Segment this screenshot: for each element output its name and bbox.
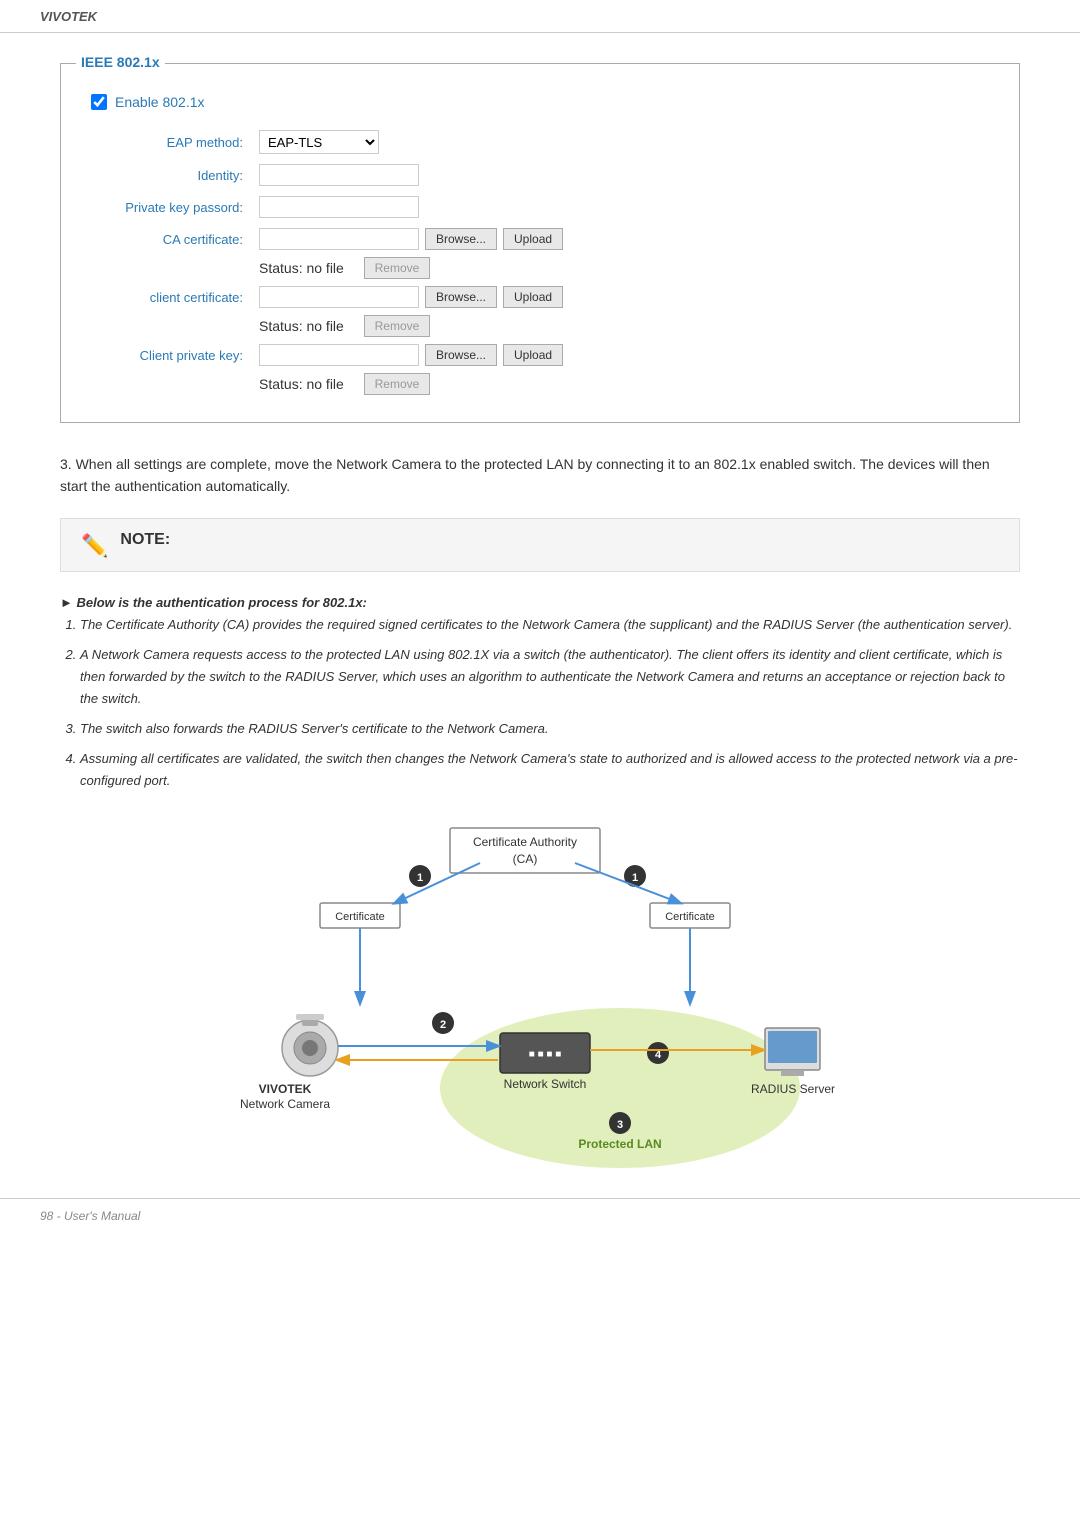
ca-status-control: Status: no file Remove bbox=[251, 255, 989, 281]
svg-text:Network Camera: Network Camera bbox=[240, 1097, 330, 1111]
client-status-label bbox=[91, 313, 251, 339]
client-cert-input[interactable] bbox=[259, 286, 419, 308]
ca-status-text: Status: no file bbox=[259, 260, 344, 276]
svg-text:■ ■ ■ ■: ■ ■ ■ ■ bbox=[529, 1049, 562, 1060]
eap-method-control: EAP-TLS EAP-PEAP bbox=[251, 125, 989, 159]
svg-text:1: 1 bbox=[632, 872, 638, 884]
client-private-key-browse-button[interactable]: Browse... bbox=[425, 344, 497, 366]
auth-item-4: Assuming all certificates are validated,… bbox=[80, 748, 1020, 792]
eap-method-select[interactable]: EAP-TLS EAP-PEAP bbox=[259, 130, 379, 154]
svg-text:Certificate Authority: Certificate Authority bbox=[473, 835, 577, 849]
enable-row: Enable 802.1x bbox=[91, 94, 989, 110]
ca-cert-control: Browse... Upload bbox=[251, 223, 989, 255]
identity-control bbox=[251, 159, 989, 191]
svg-text:1: 1 bbox=[417, 872, 423, 884]
client-status-text: Status: no file bbox=[259, 318, 344, 334]
svg-text:3: 3 bbox=[617, 1119, 623, 1131]
client-status-control: Status: no file Remove bbox=[251, 313, 989, 339]
note-title: NOTE: bbox=[120, 531, 170, 549]
client-private-key-upload-button[interactable]: Upload bbox=[503, 344, 563, 366]
ca-cert-label: CA certificate: bbox=[91, 223, 251, 255]
private-key-row: Private key passord: bbox=[91, 191, 989, 223]
client-status-row: Status: no file Remove bbox=[91, 313, 989, 339]
private-key-remove-button[interactable]: Remove bbox=[364, 373, 431, 395]
ca-cert-input[interactable] bbox=[259, 228, 419, 250]
footer-text: 98 - User's Manual bbox=[40, 1209, 140, 1223]
private-key-status-row: Status: no file Remove bbox=[91, 371, 989, 397]
client-private-key-row: Client private key: Browse... Upload bbox=[91, 339, 989, 371]
auth-list: ► Below is the authentication process fo… bbox=[60, 592, 1020, 793]
diagram-area: Certificate Authority (CA) Certificate C… bbox=[60, 818, 1020, 1178]
svg-text:2: 2 bbox=[440, 1019, 446, 1031]
private-key-status-label bbox=[91, 371, 251, 397]
auth-diagram: Certificate Authority (CA) Certificate C… bbox=[190, 818, 890, 1178]
svg-text:Certificate: Certificate bbox=[335, 911, 385, 923]
svg-text:Certificate: Certificate bbox=[665, 911, 715, 923]
ieee-section: IEEE 802.1x Enable 802.1x EAP method: EA… bbox=[60, 63, 1020, 423]
svg-text:RADIUS Server: RADIUS Server bbox=[751, 1082, 835, 1096]
client-cert-upload-button[interactable]: Upload bbox=[503, 286, 563, 308]
client-cert-remove-button[interactable]: Remove bbox=[364, 315, 431, 337]
identity-row: Identity: bbox=[91, 159, 989, 191]
identity-label: Identity: bbox=[91, 159, 251, 191]
private-key-status-control: Status: no file Remove bbox=[251, 371, 989, 397]
private-key-control bbox=[251, 191, 989, 223]
private-key-label: Private key passord: bbox=[91, 191, 251, 223]
note-icon: ✏️ bbox=[81, 533, 108, 559]
step3-text: 3. When all settings are complete, move … bbox=[60, 453, 1020, 498]
note-box: ✏️ NOTE: bbox=[60, 518, 1020, 572]
svg-text:Network Switch: Network Switch bbox=[504, 1077, 587, 1091]
auth-item-3: The switch also forwards the RADIUS Serv… bbox=[80, 718, 1020, 740]
enable-802-1x-checkbox[interactable] bbox=[91, 94, 107, 110]
svg-text:Protected LAN: Protected LAN bbox=[578, 1137, 661, 1151]
svg-text:VIVOTEK: VIVOTEK bbox=[259, 1082, 312, 1096]
ieee-title: IEEE 802.1x bbox=[76, 54, 165, 70]
auth-item-1: The Certificate Authority (CA) provides … bbox=[80, 614, 1020, 636]
ca-cert-upload-button[interactable]: Upload bbox=[503, 228, 563, 250]
eap-method-row: EAP method: EAP-TLS EAP-PEAP bbox=[91, 125, 989, 159]
ca-cert-remove-button[interactable]: Remove bbox=[364, 257, 431, 279]
eap-method-label: EAP method: bbox=[91, 125, 251, 159]
client-cert-control: Browse... Upload bbox=[251, 281, 989, 313]
client-cert-label: client certificate: bbox=[91, 281, 251, 313]
svg-text:(CA): (CA) bbox=[513, 852, 538, 866]
ca-status-label bbox=[91, 255, 251, 281]
client-private-key-label: Client private key: bbox=[91, 339, 251, 371]
client-private-key-control: Browse... Upload bbox=[251, 339, 989, 371]
ca-status-row: Status: no file Remove bbox=[91, 255, 989, 281]
client-private-key-input[interactable] bbox=[259, 344, 419, 366]
identity-input[interactable] bbox=[259, 164, 419, 186]
enable-label: Enable 802.1x bbox=[115, 94, 205, 110]
private-key-status-text: Status: no file bbox=[259, 376, 344, 392]
client-cert-row: client certificate: Browse... Upload bbox=[91, 281, 989, 313]
private-key-input[interactable] bbox=[259, 196, 419, 218]
client-cert-browse-button[interactable]: Browse... bbox=[425, 286, 497, 308]
ca-cert-row: CA certificate: Browse... Upload bbox=[91, 223, 989, 255]
brand-logo: VIVOTEK bbox=[40, 9, 97, 24]
form-table: EAP method: EAP-TLS EAP-PEAP Identity: bbox=[91, 125, 989, 397]
ca-cert-browse-button[interactable]: Browse... bbox=[425, 228, 497, 250]
auth-bullet: ► Below is the authentication process fo… bbox=[60, 592, 1020, 614]
auth-item-2: A Network Camera requests access to the … bbox=[80, 644, 1020, 710]
